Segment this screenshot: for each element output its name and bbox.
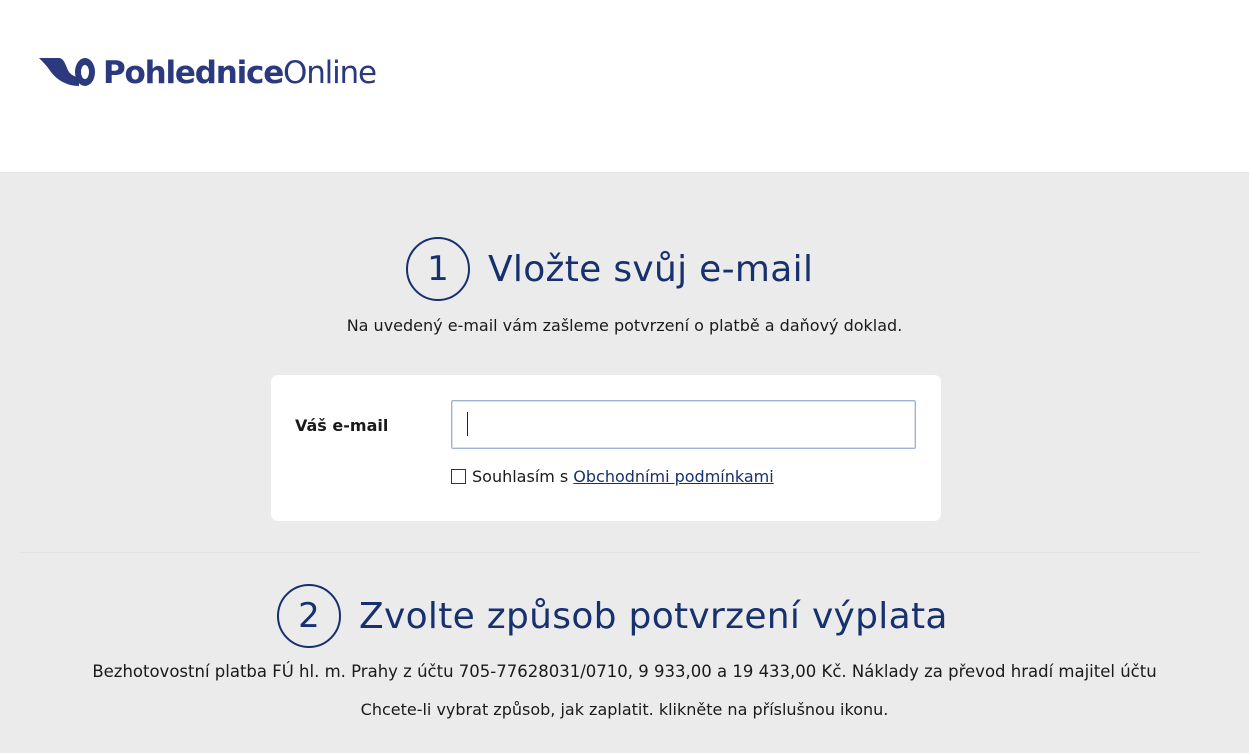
payment-instruction-text: Chcete-li vybrat způsob, jak zaplatit. k… bbox=[360, 700, 889, 719]
step-2-title: Zvolte způsob potvrzení výplata bbox=[359, 595, 948, 637]
terms-link[interactable]: Obchodními podmínkami bbox=[573, 467, 773, 486]
step-1-heading: 1 Vložte svůj e-mail bbox=[406, 237, 813, 301]
email-card: Váš e-mail Souhlasím s Obchodními podmín… bbox=[271, 375, 941, 521]
email-label: Váš e-mail bbox=[295, 416, 389, 435]
logo-text: PohledniceOnline bbox=[103, 54, 377, 91]
section-divider bbox=[20, 552, 1200, 553]
step-2-number: 2 bbox=[277, 584, 341, 648]
step-1-description: Na uvedený e-mail vám zašleme potvrzení … bbox=[346, 316, 903, 335]
post-horn-icon bbox=[39, 58, 95, 86]
step-1-number: 1 bbox=[406, 237, 470, 301]
step-1-title: Vložte svůj e-mail bbox=[488, 248, 814, 290]
logo-text-bold: Pohlednice bbox=[103, 54, 284, 91]
page-header: PohledniceOnline bbox=[0, 0, 1249, 173]
email-input[interactable] bbox=[451, 400, 916, 449]
terms-agree-text: Souhlasím s bbox=[472, 467, 569, 486]
terms-agreement: Souhlasím s Obchodními podmínkami bbox=[451, 467, 774, 486]
step-2-heading: 2 Zvolte způsob potvrzení výplata bbox=[277, 584, 948, 648]
logo-text-light: Online bbox=[283, 54, 377, 91]
pohlednice-online-logo[interactable]: PohledniceOnline bbox=[37, 54, 377, 91]
payment-info-text: Bezhotovostní platba FÚ hl. m. Prahy z ú… bbox=[92, 662, 1157, 681]
text-caret bbox=[467, 412, 468, 436]
terms-checkbox[interactable] bbox=[451, 469, 466, 484]
